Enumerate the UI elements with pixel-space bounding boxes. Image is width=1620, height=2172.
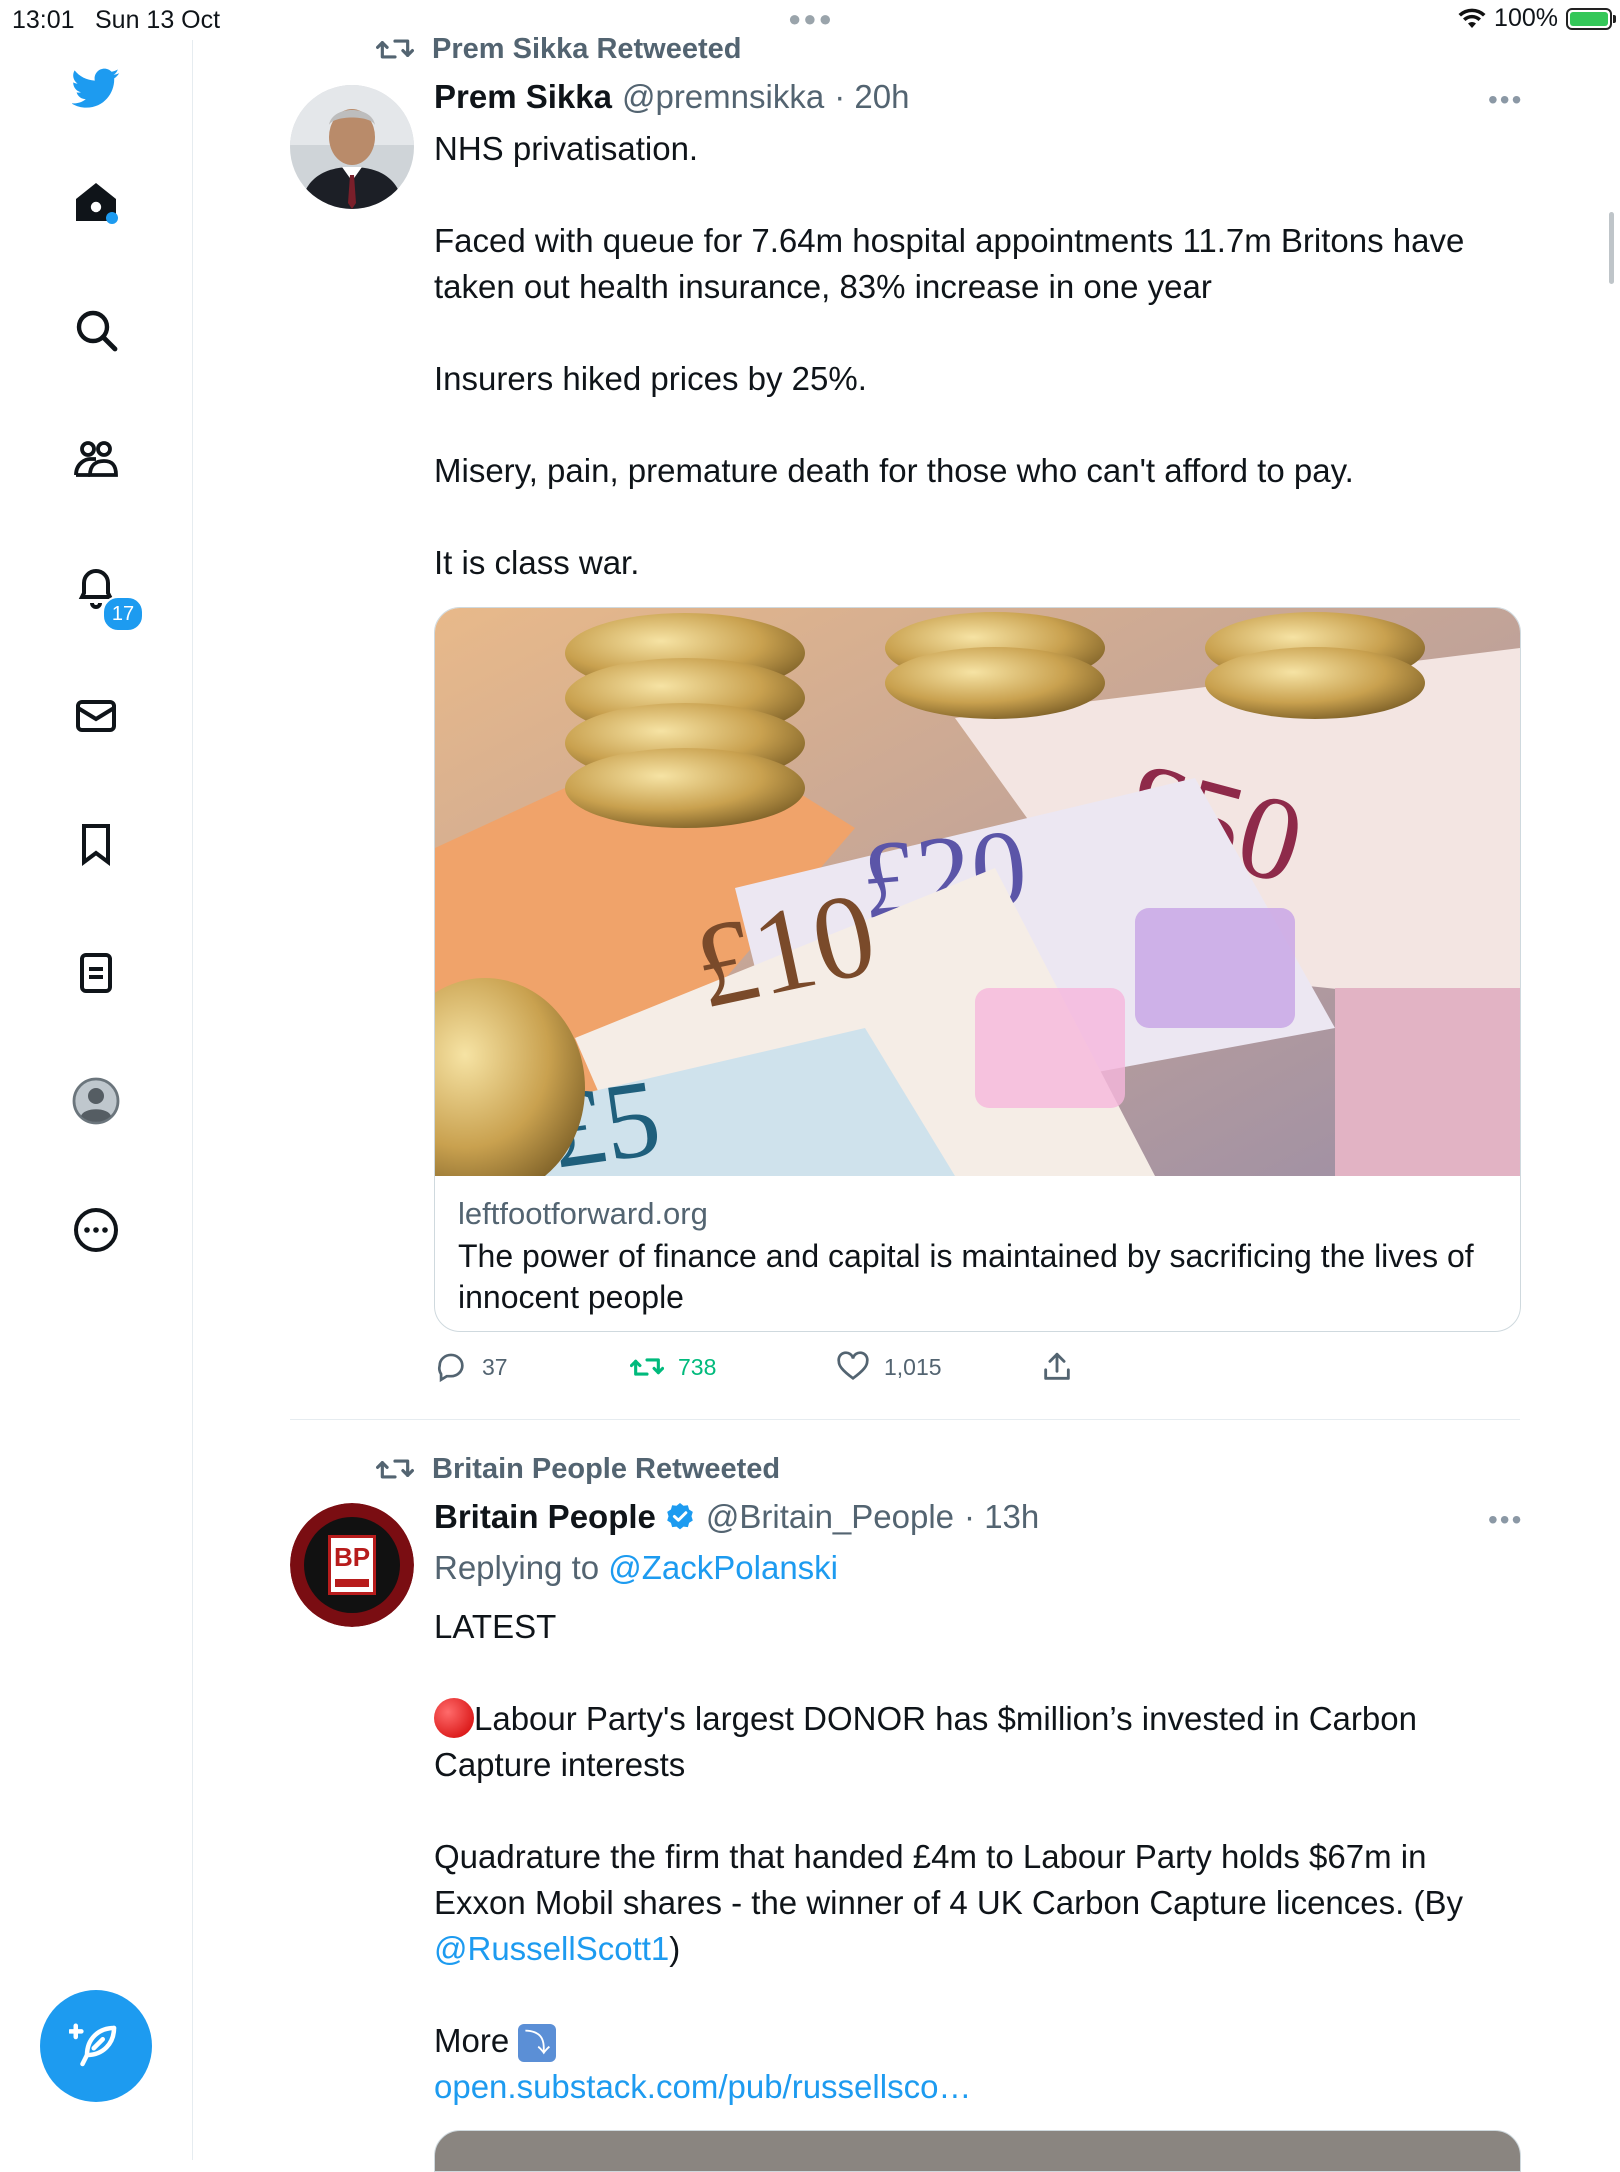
wifi-icon [1458,8,1486,28]
tweet-time[interactable]: · 13h [964,1498,1039,1536]
banknotes-coins-image: £50 £20 £10 £5 [435,608,1520,1176]
tweet-paragraph: Misery, pain, premature death for those … [434,452,1354,489]
messages-mail-icon[interactable] [70,690,122,742]
share-icon [1044,1352,1070,1380]
tweet-header: Prem Sikka @premnsikka · 20h [434,78,909,116]
bookmarks-icon[interactable] [70,818,122,870]
replying-to-line: Replying to @ZackPolanski [434,1545,1514,1591]
battery-icon [1566,7,1616,30]
retweet-context[interactable]: Britain People Retweeted [376,1450,780,1488]
tweet-more-options-icon[interactable]: ••• [1488,1504,1523,1536]
link-preview-card[interactable]: £50 £20 £10 £5 leftfootforward.org The p… [434,607,1521,1332]
retweet-action-icon [630,1358,664,1376]
retweet-icon [376,1459,414,1479]
replying-to-mention[interactable]: @ZackPolanski [608,1549,838,1586]
red-circle-emoji-icon [434,1698,474,1738]
tweet-time[interactable]: · 20h [834,78,909,116]
external-link[interactable]: open.substack.com/pub/russellsco… [434,2068,971,2105]
status-right: 100% [1458,4,1616,33]
profile-avatar-icon[interactable] [70,1075,122,1127]
tweet-paragraph-text: Labour Party's largest DONOR has $millio… [434,1700,1417,1783]
retweet-count: 738 [678,1353,717,1380]
like-count: 1,015 [884,1353,942,1380]
tweet-paragraph: Labour Party's largest DONOR has $millio… [434,1696,1514,1788]
like-button[interactable]: 1,015 [836,1350,942,1384]
home-unread-dot [106,212,118,224]
tweet-more-options-icon[interactable]: ••• [1488,84,1523,116]
tweet-paragraph: It is class war. [434,544,640,581]
tweet-paragraph: open.substack.com/pub/russellsco… [434,2064,1514,2110]
tweet-paragraph-text: Quadrature the firm that handed £4m to L… [434,1838,1463,1921]
more-options-circle-icon[interactable] [70,1204,122,1256]
sidebar: 17 [0,40,193,2160]
replying-to-prefix: Replying to [434,1549,609,1586]
retweeted-by-label: Prem Sikka Retweeted [432,32,742,65]
twitter-logo-icon[interactable] [70,62,122,114]
tweet-divider [290,1419,1520,1420]
reply-button[interactable]: 37 [434,1350,508,1384]
search-icon[interactable] [70,304,122,356]
author-handle[interactable]: @Britain_People [706,1498,954,1536]
reply-icon [437,1353,464,1383]
reply-count: 37 [482,1353,508,1380]
tweet-paragraph: NHS privatisation. [434,130,699,167]
britain-people-avatar[interactable]: BP [290,1503,414,1627]
mention-link[interactable]: @RussellScott1 [434,1930,669,1967]
retweet-icon [376,39,414,59]
compose-tweet-button[interactable] [40,1990,152,2102]
card-title: The power of finance and capital is main… [458,1238,1474,1315]
communities-icon[interactable] [70,433,122,485]
status-date: Sun 13 Oct [95,6,221,34]
tweet-paragraph: Insurers hiked prices by 25%. [434,360,867,397]
tweet-paragraph-text: More [434,2022,519,2059]
prem-sikka-avatar[interactable] [290,85,414,209]
lists-icon[interactable] [70,947,122,999]
battery-percent: 100% [1494,4,1558,32]
bp-logo-icon: BP [328,1535,376,1595]
tweet-paragraph: LATEST [434,1608,557,1645]
retweet-button[interactable]: 738 [630,1350,716,1384]
status-bar: 13:01 Sun 13 Oct ●●● 100% [0,0,1620,40]
card-domain: leftfootforward.org [458,1196,708,1231]
author-name[interactable]: Prem Sikka [434,78,612,116]
scrollbar-thumb[interactable] [1609,212,1614,284]
tweet-actions: 37 738 1,015 [434,1350,1334,1390]
compose-feather-icon [69,2023,117,2067]
tweet-paragraph: Faced with queue for 7.64m hospital appo… [434,222,1465,305]
author-handle[interactable]: @premnsikka [622,78,824,116]
verified-badge-icon [664,1501,696,1533]
tweet-paragraph: More ⤵ [434,2018,1514,2064]
retweet-context[interactable]: Prem Sikka Retweeted [376,30,741,68]
share-button[interactable] [1040,1350,1074,1384]
status-time: 13:01 [12,6,75,34]
notifications-badge: 17 [102,596,144,632]
author-name[interactable]: Britain People [434,1498,656,1536]
tweet-paragraph: Quadrature the firm that handed £4m to L… [434,1834,1514,1972]
tweet-text: NHS privatisation. Faced with queue for … [434,126,1514,586]
arrow-down-emoji-icon: ⤵ [518,2024,557,2063]
tweet-text: LATEST Labour Party's largest DONOR has … [434,1604,1514,2110]
tweet-header: Britain People @Britain_People · 13h [434,1498,1039,1536]
tweet-paragraph-end: ) [669,1930,681,1967]
retweeted-by-label: Britain People Retweeted [432,1452,781,1485]
tweet-media-preview[interactable] [434,2130,1521,2172]
multitasking-dots[interactable]: ●●● [788,6,834,32]
heart-icon [837,1351,869,1381]
